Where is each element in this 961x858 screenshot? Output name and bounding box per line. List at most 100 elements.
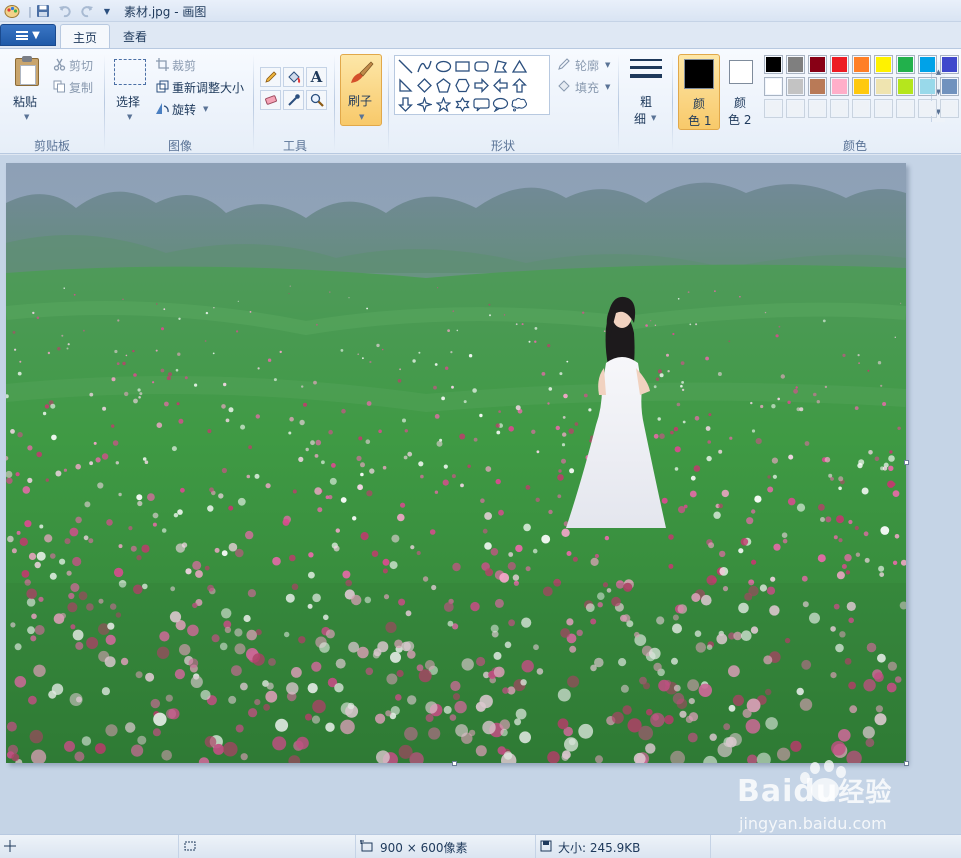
diamond-icon[interactable] <box>415 76 434 95</box>
flower-dot <box>574 422 579 426</box>
save-icon[interactable] <box>35 3 51 19</box>
polygon-icon[interactable] <box>491 57 510 76</box>
oval-callout-icon[interactable] <box>491 95 510 114</box>
size-label-line2[interactable]: 细 <box>634 110 646 127</box>
palette-color-swatch[interactable] <box>918 99 937 118</box>
palette-color-swatch[interactable] <box>830 55 849 74</box>
palette-color-swatch[interactable] <box>830 77 849 96</box>
color2-button[interactable]: 颜 色 2 <box>722 54 762 130</box>
flower-dot <box>163 308 166 311</box>
chevron-down-icon[interactable]: ▼ <box>605 61 610 69</box>
select-button[interactable]: 选择 <box>116 93 140 110</box>
flower-dot <box>11 548 17 554</box>
flower-dot <box>825 516 832 523</box>
palette-color-swatch[interactable] <box>918 55 937 74</box>
rotate-button[interactable]: 旋转 <box>172 101 196 118</box>
palette-color-swatch[interactable] <box>764 99 783 118</box>
palette-color-swatch[interactable] <box>896 99 915 118</box>
fill-button[interactable]: 填充 <box>575 79 599 96</box>
palette-color-swatch[interactable] <box>896 55 915 74</box>
select-icon[interactable] <box>114 59 146 85</box>
clipboard-icon[interactable] <box>14 56 40 87</box>
line-icon[interactable] <box>396 57 415 76</box>
pentagon-icon[interactable] <box>434 76 453 95</box>
palette-color-swatch[interactable] <box>808 55 827 74</box>
group-label-shapes: 形状 <box>490 139 515 153</box>
palette-color-swatch[interactable] <box>786 99 805 118</box>
palette-color-swatch[interactable] <box>852 55 871 74</box>
flower-dot <box>771 457 779 464</box>
up-arrow-icon[interactable] <box>510 76 529 95</box>
pencil-tool[interactable] <box>260 67 281 87</box>
left-arrow-icon[interactable] <box>491 76 510 95</box>
rounded-rectangle-icon[interactable] <box>472 57 491 76</box>
flower-dot <box>796 503 806 512</box>
palette-color-swatch[interactable] <box>830 99 849 118</box>
flower-dot <box>95 457 101 463</box>
text-tool[interactable]: A <box>306 67 327 87</box>
cut-button[interactable]: 剪切 <box>69 57 93 74</box>
palette-color-swatch[interactable] <box>808 77 827 96</box>
crop-button[interactable]: 裁剪 <box>172 57 196 74</box>
palette-color-swatch[interactable] <box>940 77 959 96</box>
chevron-down-icon[interactable]: ▼ <box>203 105 208 113</box>
canvas-image[interactable] <box>6 163 906 763</box>
triangle-icon[interactable] <box>510 57 529 76</box>
color1-button[interactable]: 颜 色 1 <box>678 54 720 130</box>
line-size-icon[interactable] <box>630 59 662 85</box>
palette-color-swatch[interactable] <box>808 99 827 118</box>
paint-app-icon[interactable] <box>4 3 20 19</box>
four-point-star-icon[interactable] <box>415 95 434 114</box>
curve-icon[interactable] <box>415 57 434 76</box>
chevron-down-icon[interactable]: ▼ <box>651 114 656 122</box>
canvas-workspace[interactable] <box>0 155 961 834</box>
group-label-colors: 颜色 <box>842 139 867 153</box>
cloud-callout-icon[interactable] <box>510 95 529 114</box>
resize-handle-bottom[interactable] <box>452 761 457 766</box>
palette-color-swatch[interactable] <box>852 99 871 118</box>
size-label-line1[interactable]: 粗 <box>640 93 652 110</box>
magnifier-tool[interactable] <box>306 90 327 110</box>
flower-dot <box>804 441 810 446</box>
color-picker-tool[interactable] <box>283 90 304 110</box>
redo-icon[interactable] <box>79 3 95 19</box>
chevron-down-icon[interactable]: ▼ <box>127 113 132 121</box>
paste-button[interactable]: 粘贴 <box>13 93 37 110</box>
palette-color-swatch[interactable] <box>874 99 893 118</box>
customize-qat-icon[interactable]: ▼ <box>99 3 115 19</box>
fill-tool[interactable] <box>283 67 304 87</box>
resize-button[interactable]: 重新调整大小 <box>172 79 244 96</box>
palette-color-swatch[interactable] <box>896 77 915 96</box>
palette-color-swatch[interactable] <box>874 77 893 96</box>
copy-button[interactable]: 复制 <box>69 79 93 96</box>
palette-color-swatch[interactable] <box>786 55 805 74</box>
palette-color-swatch[interactable] <box>852 77 871 96</box>
palette-color-swatch[interactable] <box>764 77 783 96</box>
right-arrow-icon[interactable] <box>472 76 491 95</box>
oval-icon[interactable] <box>434 57 453 76</box>
palette-color-swatch[interactable] <box>786 77 805 96</box>
chevron-down-icon[interactable]: ▼ <box>24 113 29 121</box>
resize-handle-right[interactable] <box>904 460 909 465</box>
tab-home[interactable]: 主页 <box>60 24 111 49</box>
flower-dot <box>113 567 124 578</box>
down-arrow-icon[interactable] <box>396 95 415 114</box>
right-triangle-icon[interactable] <box>396 76 415 95</box>
tab-view[interactable]: 查看 <box>111 24 159 49</box>
six-point-star-icon[interactable] <box>453 95 472 114</box>
chevron-down-icon[interactable]: ▼ <box>605 83 610 91</box>
five-point-star-icon[interactable] <box>434 95 453 114</box>
undo-icon[interactable] <box>57 3 73 19</box>
palette-color-swatch[interactable] <box>940 55 959 74</box>
brushes-button[interactable]: 刷子 ▼ <box>340 54 382 126</box>
eraser-tool[interactable] <box>260 90 281 110</box>
palette-color-swatch[interactable] <box>918 77 937 96</box>
palette-color-swatch[interactable] <box>940 99 959 118</box>
hexagon-icon[interactable] <box>453 76 472 95</box>
palette-color-swatch[interactable] <box>764 55 783 74</box>
palette-color-swatch[interactable] <box>874 55 893 74</box>
file-menu-button[interactable]: ▼ <box>0 24 56 46</box>
outline-button[interactable]: 轮廓 <box>575 57 599 74</box>
rounded-callout-icon[interactable] <box>472 95 491 114</box>
rectangle-icon[interactable] <box>453 57 472 76</box>
